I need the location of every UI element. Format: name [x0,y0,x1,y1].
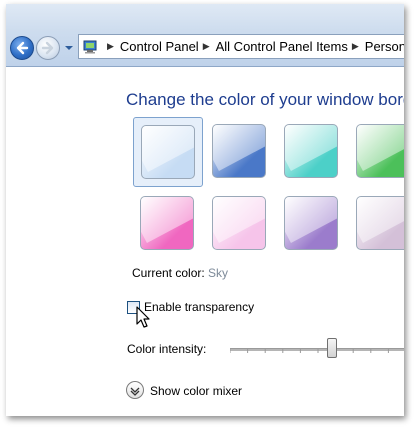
breadcrumb-separator[interactable]: ▶ [203,41,210,52]
chevron-down-icon [130,387,140,396]
swatch-violet[interactable] [277,189,347,259]
address-bar[interactable]: ▶ Control Panel ▶ All Control Panel Item… [78,34,404,59]
breadcrumb-all-items[interactable]: All Control Panel Items [216,39,348,54]
dropdown-arrow-icon[interactable] [64,43,74,53]
transparency-label[interactable]: Enable transparency [144,300,254,314]
current-color-label: Current color: [132,266,205,280]
forward-arrow-icon [41,41,54,55]
breadcrumb-separator[interactable]: ▶ [352,41,359,52]
breadcrumb-control-panel[interactable]: Control Panel [120,39,199,54]
navigation-bar: ▶ Control Panel ▶ All Control Panel Item… [6,4,404,67]
back-button[interactable] [10,36,34,60]
control-panel-icon [83,40,99,54]
swatch-color [141,125,195,179]
show-color-mixer-button[interactable] [126,381,144,399]
swatch-color [212,196,266,250]
swatch-sky[interactable] [133,117,203,187]
show-color-mixer-label[interactable]: Show color mixer [150,384,242,398]
back-arrow-icon [16,41,29,55]
swatch-fuchsia[interactable] [133,189,203,259]
swatch-blush[interactable] [205,189,275,259]
page-title: Change the color of your window borde [126,90,404,109]
swatch-color [284,124,338,178]
swatch-twilight[interactable] [205,117,275,187]
swatch-sea-foam[interactable] [277,117,347,187]
window: ▶ Control Panel ▶ All Control Panel Item… [6,4,404,416]
swatch-color [284,196,338,250]
swatch-leaf[interactable] [349,117,404,187]
intensity-label: Color intensity: [127,342,207,356]
intensity-slider-ticks [230,349,389,353]
intensity-slider-thumb[interactable] [327,338,338,358]
swatch-color [356,196,404,250]
swatch-color [212,124,266,178]
swatch-color [140,196,194,250]
current-color-value: Sky [208,266,229,280]
swatch-color [356,124,404,178]
mouse-pointer-icon [136,306,150,328]
current-color: Current color: Sky [132,266,228,280]
forward-button[interactable] [36,36,60,60]
swatch-lavender[interactable] [349,189,404,259]
breadcrumb-separator[interactable]: ▶ [107,41,114,52]
breadcrumb-personalization[interactable]: Personal [365,39,404,54]
